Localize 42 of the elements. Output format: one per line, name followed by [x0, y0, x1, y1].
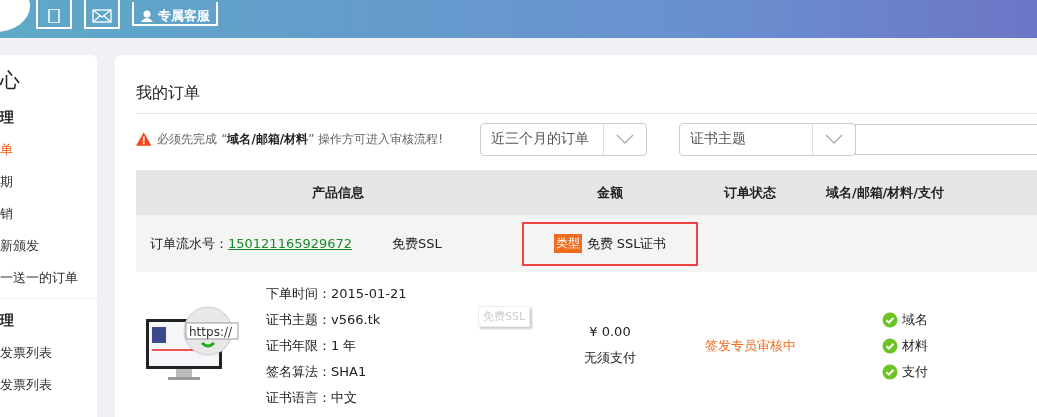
warning-icon	[136, 131, 152, 147]
detail-line: 证书主题：v566.tk	[266, 310, 382, 329]
detail-line: 证书语言：中文	[266, 388, 358, 407]
notice-text: 必须先完成 “域名/邮箱/材料” 操作方可进入审核流程!	[157, 130, 445, 148]
sidebar-item[interactable]: 发票列表	[0, 337, 97, 369]
detail-line: 下单时间：2015-01-21	[266, 284, 407, 303]
column-header: 产品信息	[311, 183, 365, 202]
step-label: 材料	[902, 336, 928, 355]
sidebar-item[interactable]: 销	[0, 198, 97, 230]
sidebar-heading: 理	[0, 311, 15, 330]
detail-line: 证书年限：1 年	[266, 336, 358, 355]
product-name: 免费SSL	[392, 234, 442, 253]
column-header: 域名/邮箱/材料/支付	[824, 183, 946, 202]
mail-icon[interactable]	[84, 0, 120, 29]
step-label: 域名	[902, 310, 928, 329]
filter-dropdown[interactable]: 近三个月的订单	[480, 122, 647, 156]
sidebar-item[interactable]: 期	[0, 166, 97, 198]
serial-link[interactable]: 150121165929672	[228, 236, 353, 251]
page-title: 我的订单	[136, 55, 1037, 114]
sidebar-item[interactable]: 一送一的订单	[0, 262, 97, 294]
amount-text: ¥ 0.00	[589, 324, 631, 339]
step-label: 支付	[902, 362, 928, 381]
filter-dropdown[interactable]: 证书主题	[679, 122, 856, 156]
detail-line: 签名算法：SHA1	[266, 362, 368, 381]
type-text: 免费 SSL证书	[586, 234, 667, 253]
column-header: 金额	[596, 183, 624, 202]
caret-icon	[616, 134, 634, 144]
search-field[interactable]	[855, 123, 1037, 155]
sidebar-item[interactable]: 新颁发	[0, 230, 97, 262]
type-badge: 类型	[553, 234, 582, 253]
https-label: https://	[189, 324, 232, 339]
sidebar-title: 心	[0, 67, 21, 94]
status-text: 签发专员审核中	[703, 336, 797, 355]
person-icon	[140, 10, 154, 22]
payment-text: 无须支付	[584, 349, 636, 367]
caret-icon	[825, 134, 843, 144]
sidebar-item[interactable]: 单	[0, 134, 97, 166]
column-header: 订单状态	[723, 183, 777, 202]
sidebar-item[interactable]: 发票列表	[0, 369, 97, 401]
serial-label: 订单流水号：	[150, 234, 228, 253]
phone-icon[interactable]	[36, 0, 72, 29]
sidebar-heading: 理	[0, 108, 15, 127]
